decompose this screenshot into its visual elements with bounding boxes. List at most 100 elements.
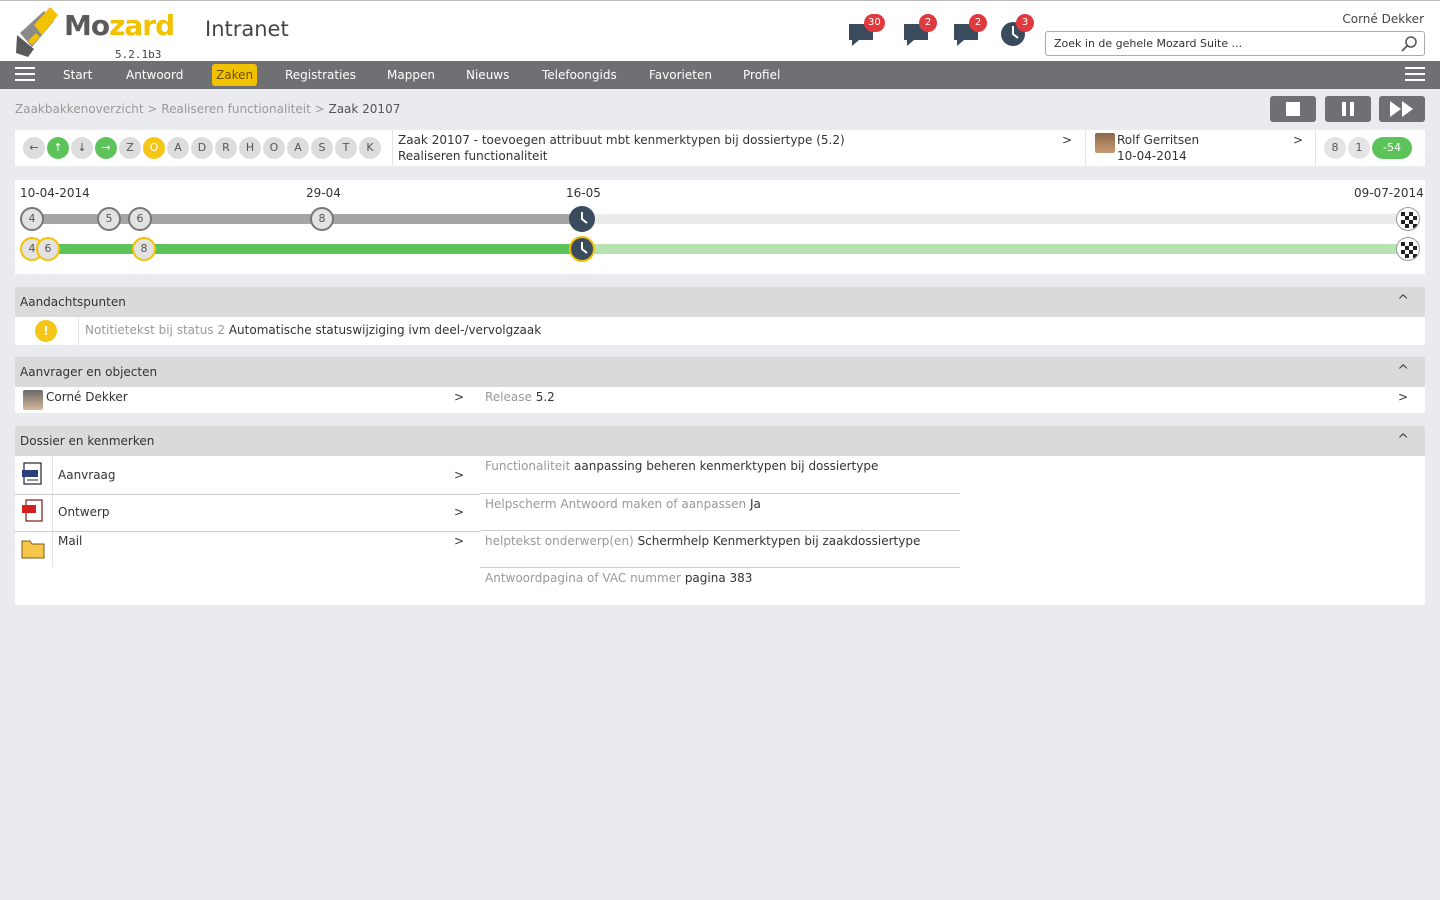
arrow-right-button[interactable]: →: [95, 137, 117, 159]
menu-icon[interactable]: [15, 67, 35, 83]
timeline-actual-node-6[interactable]: 6: [36, 237, 60, 261]
notification-badge: 2: [919, 14, 937, 32]
owner-name[interactable]: Rolf Gerritsen: [1117, 133, 1199, 147]
nav-item-start[interactable]: Start: [59, 64, 96, 86]
aanvrager-header[interactable]: Aanvrager en objecten ^: [15, 357, 1425, 387]
messages-button-1[interactable]: 30: [847, 14, 885, 50]
dossier-header[interactable]: Dossier en kenmerken ^: [15, 426, 1425, 456]
app-title: Intranet: [205, 17, 289, 41]
logo-text: Mozard: [64, 9, 175, 42]
breadcrumb-separator: >: [310, 102, 329, 116]
status-letter-o[interactable]: O: [263, 137, 285, 159]
status-letter-z[interactable]: Z: [119, 137, 141, 159]
breadcrumb-realiseren[interactable]: Realiseren functionaliteit: [161, 102, 310, 116]
divider: [15, 494, 480, 495]
nav-item-telefoongids[interactable]: Telefoongids: [538, 64, 621, 86]
document-chevron[interactable]: >: [454, 534, 464, 548]
divider: [392, 130, 393, 166]
zaak-title[interactable]: Zaak 20107 - toevoegen attribuut mbt ken…: [398, 133, 845, 147]
status-letter-s[interactable]: S: [311, 137, 333, 159]
status-letter-h[interactable]: H: [239, 137, 261, 159]
messages-button-3[interactable]: 2: [952, 14, 987, 50]
today-clock-icon[interactable]: [569, 236, 595, 262]
pdf-document-icon: [22, 499, 43, 522]
nav-item-profiel[interactable]: Profiel: [739, 64, 784, 86]
timeline-node-6[interactable]: 6: [128, 207, 152, 231]
aandachtspunten-header[interactable]: Aandachtspunten ^: [15, 287, 1425, 317]
kenmerk-label: Helpscherm Antwoord maken of aanpassen: [485, 497, 747, 511]
zaak-chevron[interactable]: >: [1062, 133, 1072, 147]
status-letter-r[interactable]: R: [215, 137, 237, 159]
timeline-actual-node-8[interactable]: 8: [132, 237, 156, 261]
kenmerk-row: helptekst onderwerp(en) Schermhelp Kenme…: [485, 534, 920, 548]
breadcrumb-zaakbakkenoverzicht[interactable]: Zaakbakkenoverzicht: [15, 102, 144, 116]
collapse-icon[interactable]: ^: [1397, 432, 1409, 448]
nav-item-registraties[interactable]: Registraties: [281, 64, 360, 86]
fast-forward-button[interactable]: [1379, 96, 1425, 122]
divider: [480, 493, 960, 494]
search-icon[interactable]: [1400, 35, 1418, 53]
nav-item-nieuws[interactable]: Nieuws: [462, 64, 513, 86]
search-input[interactable]: [1054, 32, 1394, 54]
divider: [480, 530, 960, 531]
pause-icon: [1342, 102, 1354, 116]
document-chevron[interactable]: >: [454, 505, 464, 519]
kenmerk-value: Ja: [749, 497, 761, 511]
folder-icon: [21, 540, 45, 559]
status-letter-d[interactable]: D: [191, 137, 213, 159]
count-pill-2[interactable]: 1: [1348, 137, 1370, 159]
document-chevron[interactable]: >: [454, 468, 464, 482]
status-letter-a2[interactable]: A: [287, 137, 309, 159]
document-name: Mail: [58, 534, 83, 548]
current-user[interactable]: Corné Dekker: [1342, 12, 1424, 26]
release-value: 5.2: [535, 390, 555, 404]
owner-date: 10-04-2014: [1117, 149, 1187, 163]
status-letter-o-active[interactable]: O: [143, 137, 165, 159]
timeline-date-start: 10-04-2014: [20, 186, 90, 200]
document-name: Aanvraag: [58, 468, 116, 482]
arrow-up-button[interactable]: ↑: [47, 137, 69, 159]
timeline-node-5[interactable]: 5: [97, 207, 121, 231]
arrow-down-button[interactable]: ↓: [71, 137, 93, 159]
arrow-left-button[interactable]: ←: [23, 137, 45, 159]
nav-item-zaken[interactable]: Zaken: [212, 64, 258, 86]
status-letter-a[interactable]: A: [167, 137, 189, 159]
pause-button[interactable]: [1325, 96, 1371, 122]
owner-chevron[interactable]: >: [1293, 133, 1303, 147]
breadcrumb-separator: >: [143, 102, 162, 116]
divider: [1315, 130, 1316, 166]
collapse-icon[interactable]: ^: [1397, 363, 1409, 379]
secondary-menu-icon[interactable]: [1405, 67, 1425, 83]
release-chevron[interactable]: >: [1398, 390, 1408, 404]
messages-button-2[interactable]: 2: [902, 14, 937, 50]
aanvrager-chevron[interactable]: >: [454, 390, 464, 404]
nav-item-mappen[interactable]: Mappen: [383, 64, 439, 86]
status-letter-t[interactable]: T: [335, 137, 357, 159]
mozard-logo[interactable]: Mozard 5.2.1b3: [14, 5, 175, 61]
divider: [78, 317, 79, 345]
timeline-actual-done: [33, 244, 582, 254]
timeline-node-4[interactable]: 4: [20, 207, 44, 231]
nav-item-antwoord[interactable]: Antwoord: [122, 64, 187, 86]
stop-icon: [1286, 102, 1300, 116]
status-letter-k[interactable]: K: [359, 137, 381, 159]
note-row: Notitietekst bij status 2 Automatische s…: [85, 323, 541, 337]
timeline-node-8[interactable]: 8: [310, 207, 334, 231]
days-remaining-pill[interactable]: -54: [1372, 137, 1412, 159]
timeline-date-today: 16-05: [566, 186, 601, 200]
nav-item-favorieten[interactable]: Favorieten: [645, 64, 716, 86]
timeline-date-mid: 29-04: [306, 186, 341, 200]
notification-badge: 3: [1016, 14, 1034, 32]
release-row[interactable]: Release 5.2: [485, 390, 555, 404]
reminders-button[interactable]: 3: [999, 14, 1034, 50]
aanvrager-name[interactable]: Corné Dekker: [46, 390, 128, 404]
timeline-actual-todo: [582, 244, 1407, 254]
person-avatar: [23, 390, 43, 410]
count-pill-1[interactable]: 8: [1324, 137, 1346, 159]
zaak-status-row: ← ↑ ↓ → Z O A D R H O A S T K Zaak 20107…: [15, 130, 1425, 166]
stop-button[interactable]: [1270, 96, 1316, 122]
fast-forward-icon: [1390, 101, 1413, 117]
today-clock-icon[interactable]: [569, 206, 595, 232]
dossier-body: Aanvraag > Ontwerp > Mail > Functionalit…: [15, 456, 1425, 605]
collapse-icon[interactable]: ^: [1397, 293, 1409, 309]
